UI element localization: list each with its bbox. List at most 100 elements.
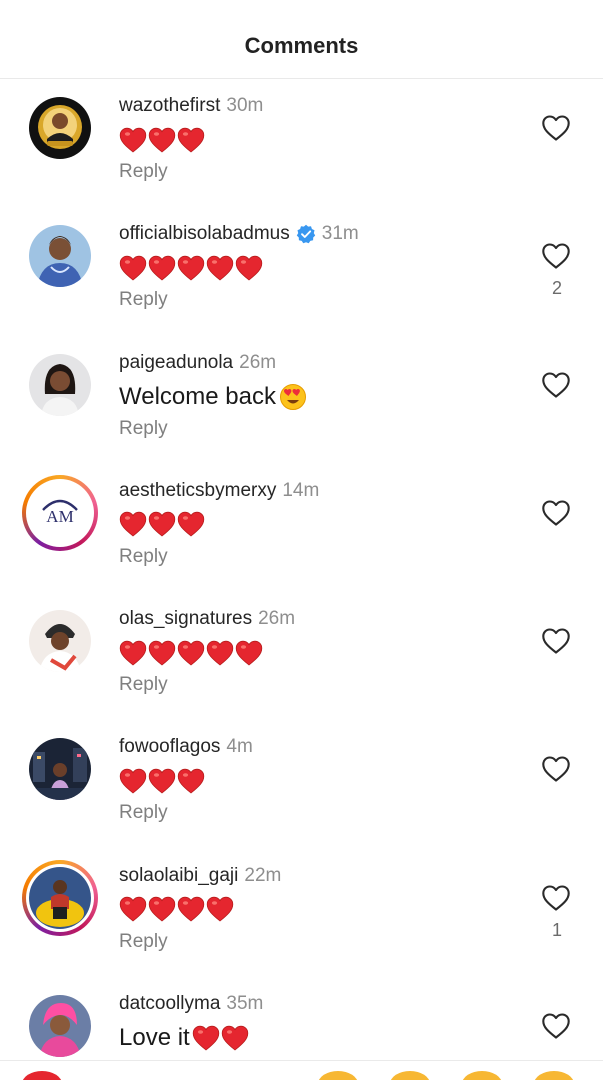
heart-emoji-group [119, 255, 264, 282]
comment-text-label: Welcome back [119, 382, 276, 410]
heart-eyes-emoji-icon [279, 383, 307, 411]
comment-row: officialbisolabadmus 31m Reply 2 [0, 208, 603, 336]
comment-list: wazothefirst 30m Reply officialbisolabadmus… [0, 80, 603, 1080]
comment-username[interactable]: fowooflagos [119, 736, 220, 758]
comment-timestamp: 14m [282, 479, 320, 501]
red-heart-emoji-icon [148, 255, 177, 282]
red-heart-emoji-icon [148, 768, 177, 795]
comment-row: fowooflagos 4m Reply [0, 721, 603, 849]
like-heart-icon[interactable] [541, 755, 573, 787]
reaction-emoji-icon[interactable] [318, 1071, 358, 1080]
comment-text-label: Love it [119, 1024, 190, 1052]
comment-username[interactable]: officialbisolabadmus [119, 223, 290, 245]
red-heart-emoji-icon [119, 640, 148, 667]
reply-button[interactable]: Reply [119, 674, 168, 696]
avatar [29, 353, 91, 416]
reaction-emoji-icon[interactable] [534, 1071, 574, 1080]
verified-badge-icon [296, 224, 316, 244]
reaction-emoji-icon[interactable] [390, 1071, 430, 1080]
comment-username[interactable]: datcoollyma [119, 993, 220, 1015]
comment-text [119, 253, 264, 283]
avatar-story-ring[interactable]: AM [22, 474, 98, 551]
heart-emoji-group [119, 511, 206, 538]
page-title: Comments [244, 33, 359, 58]
avatar-frame [26, 94, 94, 162]
comment-username[interactable]: olas_signatures [119, 608, 252, 630]
avatar-frame [26, 992, 94, 1061]
comment-timestamp: 35m [226, 993, 264, 1015]
red-heart-emoji-icon [177, 127, 206, 154]
red-heart-emoji-icon [221, 1025, 250, 1052]
avatar-story-ring[interactable] [22, 859, 98, 936]
red-heart-emoji-icon [119, 768, 148, 795]
red-heart-emoji-icon [148, 511, 177, 538]
avatar [29, 995, 91, 1058]
comment-text [119, 510, 206, 540]
red-heart-emoji-icon [148, 640, 177, 667]
red-heart-emoji-icon [177, 511, 206, 538]
red-heart-emoji-icon [177, 255, 206, 282]
reply-button[interactable]: Reply [119, 161, 168, 183]
heart-emoji-group [192, 1025, 250, 1052]
comment-row: olas_signatures 26m Reply [0, 593, 603, 721]
reaction-heart-icon[interactable] [22, 1071, 62, 1080]
like-heart-icon[interactable] [541, 499, 573, 531]
heart-emoji-group [119, 896, 235, 923]
avatar [29, 225, 91, 288]
red-heart-emoji-icon [148, 896, 177, 923]
avatar [29, 866, 91, 929]
comment-timestamp: 4m [226, 736, 253, 758]
like-heart-icon[interactable] [541, 884, 573, 916]
like-heart-icon[interactable] [541, 1012, 573, 1044]
avatar-wrapper[interactable] [22, 988, 98, 1064]
comment-timestamp: 30m [226, 95, 264, 116]
comment-username[interactable]: paigeadunola [119, 352, 233, 374]
red-heart-emoji-icon [119, 127, 148, 154]
avatar-wrapper[interactable] [22, 347, 98, 423]
like-count: 2 [551, 278, 562, 299]
comment-timestamp: 22m [244, 864, 282, 886]
svg-text:AM: AM [46, 507, 73, 526]
reaction-emoji-icon[interactable] [462, 1071, 502, 1080]
avatar: AM [29, 481, 91, 544]
heart-emoji-group [119, 127, 206, 154]
red-heart-emoji-icon [119, 511, 148, 538]
comment-text [119, 125, 206, 155]
like-heart-icon[interactable] [541, 627, 573, 659]
avatar-frame: AM [26, 478, 94, 547]
reply-button[interactable]: Reply [119, 802, 168, 824]
comment-text: Welcome back [119, 382, 307, 412]
avatar-frame [26, 222, 94, 291]
like-heart-icon[interactable] [541, 371, 573, 403]
red-heart-emoji-icon [206, 896, 235, 923]
avatar-frame [26, 863, 94, 932]
red-heart-emoji-icon [148, 127, 177, 154]
avatar [29, 97, 91, 159]
comment-username[interactable]: solaolaibi_gaji [119, 865, 238, 887]
comment-text [119, 895, 235, 925]
comment-meta: fowooflagos 4m [119, 736, 253, 758]
reply-button[interactable]: Reply [119, 546, 168, 568]
comment-timestamp: 26m [239, 351, 277, 373]
avatar-wrapper[interactable] [22, 603, 98, 679]
comment-username[interactable]: wazothefirst [119, 95, 220, 117]
avatar-frame [26, 607, 94, 676]
red-heart-emoji-icon [177, 640, 206, 667]
comment-row: paigeadunola 26m Welcome back Reply [0, 337, 603, 465]
red-heart-emoji-icon [192, 1025, 221, 1052]
avatar-wrapper[interactable] [22, 731, 98, 807]
red-heart-emoji-icon [119, 255, 148, 282]
reply-button[interactable]: Reply [119, 418, 168, 440]
heart-emoji-group [119, 768, 206, 795]
comment-timestamp: 31m [321, 223, 359, 245]
reply-button[interactable]: Reply [119, 289, 168, 311]
like-heart-icon[interactable] [541, 114, 573, 146]
avatar-wrapper[interactable] [22, 218, 98, 294]
like-heart-icon[interactable] [541, 242, 573, 274]
comment-text [119, 766, 206, 796]
comment-meta: datcoollyma 35m [119, 993, 263, 1015]
reply-button[interactable]: Reply [119, 931, 168, 953]
comment-username[interactable]: aestheticsbymerxy [119, 480, 276, 502]
avatar-wrapper[interactable] [22, 90, 98, 166]
comment-meta: solaolaibi_gaji 22m [119, 865, 281, 887]
